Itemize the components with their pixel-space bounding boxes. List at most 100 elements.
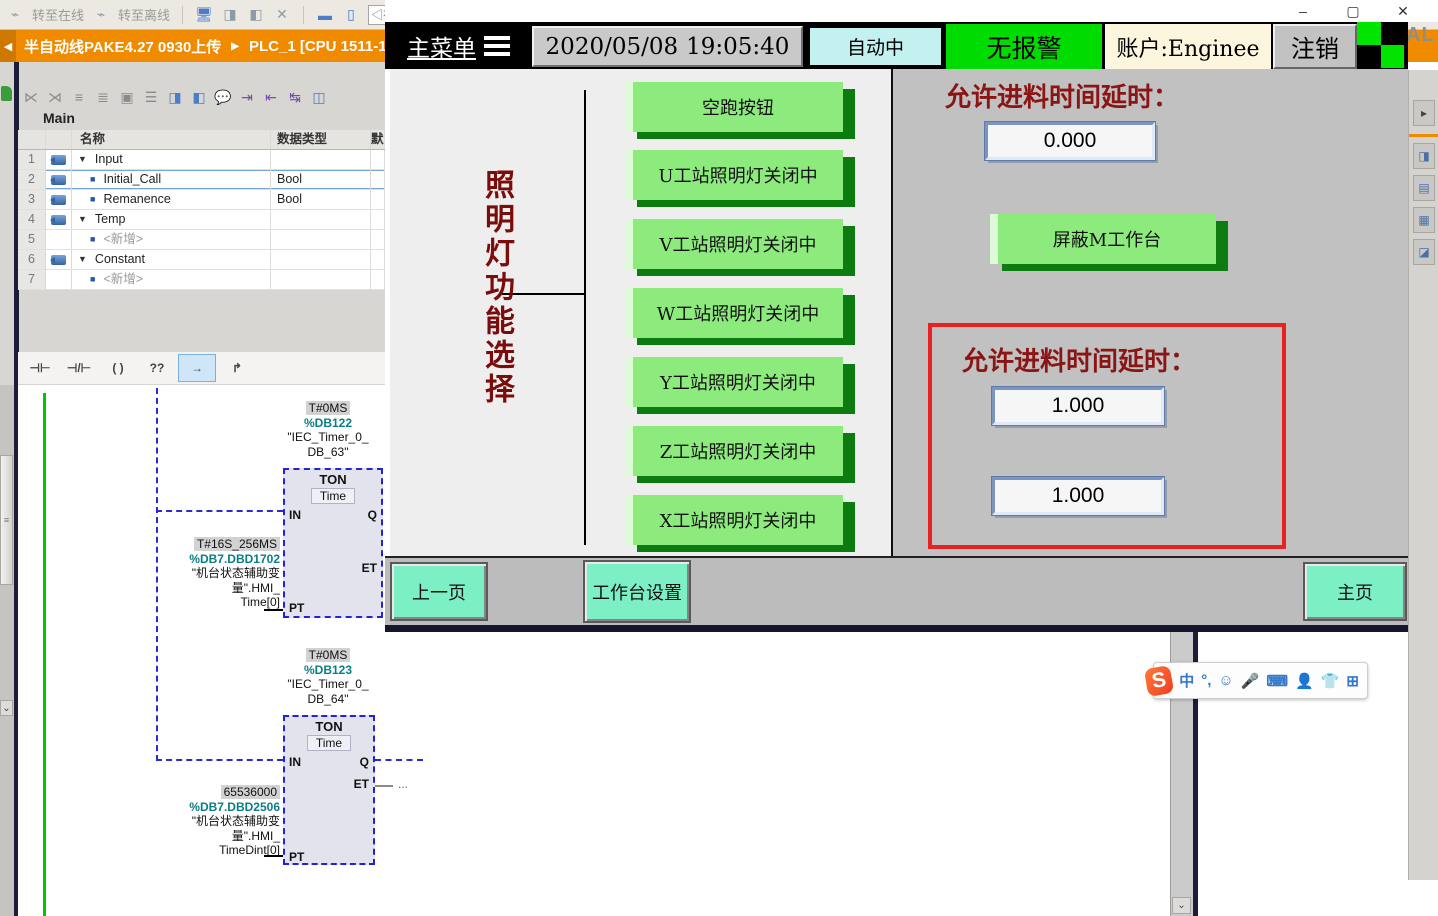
timer2-instance-name[interactable]: "IEC_Timer_0_ — [268, 677, 388, 692]
close-button[interactable]: ✕ — [1385, 0, 1421, 22]
empty-box-icon[interactable]: ?? — [139, 355, 175, 381]
open-branch-icon[interactable]: → — [178, 354, 216, 382]
mask-m-workbench-button[interactable]: 屏蔽M工作台 — [990, 214, 1230, 272]
station-y-light-button[interactable]: Y工站照明灯关闭中 — [625, 357, 857, 415]
go-offline-plug-icon[interactable]: ⌁ — [92, 6, 110, 23]
previous-page-button[interactable]: 上一页 — [390, 562, 488, 621]
scroll-down-button[interactable]: ⌄ — [1172, 897, 1191, 914]
insert-network-icon[interactable]: ⋉ — [22, 89, 40, 106]
station-u-light-button[interactable]: U工站照明灯关闭中 — [625, 150, 857, 208]
comments-icon[interactable]: 💬 — [214, 89, 232, 106]
go-online-plug-icon[interactable]: ⌁ — [6, 6, 24, 23]
feed-delay-input[interactable]: 0.000 — [985, 122, 1155, 160]
keyboard-icon[interactable]: ⌨ — [1266, 672, 1288, 690]
favorites-icon[interactable] — [1, 86, 12, 101]
feed-delay-input-1[interactable]: 1.000 — [992, 387, 1164, 425]
station-x-light-button[interactable]: X工站照明灯关闭中 — [625, 495, 857, 553]
download-icon[interactable]: ⇥ — [238, 89, 256, 106]
scroll-down-button[interactable]: ⌄ — [0, 700, 13, 716]
column-header-type[interactable]: 数据类型 — [271, 130, 371, 149]
account-skin-icon[interactable]: 👤 — [1295, 672, 1314, 690]
operand-symbol[interactable]: 量".HMI_ — [163, 829, 280, 844]
breadcrumb-project[interactable]: 半自动线PAKE4.27 0930上传 — [24, 36, 221, 57]
skin-shirt-icon[interactable]: 👕 — [1321, 672, 1340, 690]
symbolic-operands-icon[interactable]: ◧ — [190, 89, 208, 106]
sync-icon[interactable]: ↹ — [286, 89, 304, 106]
operand-value[interactable]: T#16S_256MS — [194, 537, 280, 551]
punctuation-icon[interactable]: °, — [1201, 672, 1211, 689]
timer2-preset[interactable]: T#0MS — [306, 648, 351, 662]
station-w-light-button[interactable]: W工站照明灯关闭中 — [625, 288, 857, 346]
open-branches-icon[interactable]: ≡ — [70, 89, 88, 105]
timer2-pt-operand[interactable]: 65536000 %DB7.DBD2506 "机台状态辅助变 量".HMI_ T… — [163, 785, 280, 858]
account-display[interactable]: 账户:Enginee — [1105, 24, 1271, 69]
snapshot-icon[interactable]: ▣ — [118, 89, 136, 106]
go-online-button[interactable]: 转至在线 — [32, 5, 84, 24]
timer1-instance-label[interactable]: T#0MS %DB122 "IEC_Timer_0_ DB_63" — [268, 401, 388, 459]
timer2-instance-name2[interactable]: DB_64" — [268, 692, 388, 707]
dry-run-button[interactable]: 空跑按钮 — [625, 82, 857, 140]
task-card-tab[interactable]: ▤ — [1413, 175, 1435, 201]
stop-cpu-icon[interactable]: ◧ — [247, 6, 265, 23]
column-header-default[interactable]: 默 — [371, 130, 385, 149]
disconnect-icon[interactable]: ✕ — [273, 6, 291, 23]
accessible-devices-icon[interactable]: 🖥 — [195, 6, 213, 23]
operand-symbol[interactable]: "机台状态辅助变 — [163, 814, 280, 829]
chinese-mode-icon[interactable]: 中 — [1179, 670, 1194, 691]
workbench-settings-button[interactable]: 工作台设置 — [583, 560, 691, 623]
operand-symbol[interactable]: "机台状态辅助变 — [168, 566, 280, 581]
expand-all-icon[interactable]: ☰ — [142, 89, 160, 106]
microphone-icon[interactable]: 🎤 — [1241, 672, 1260, 690]
et-more-label[interactable]: ... — [398, 777, 408, 791]
emoji-icon[interactable]: ☺ — [1218, 672, 1233, 689]
block-data-type[interactable]: Time — [311, 488, 355, 504]
window-layout-icon[interactable]: ◫ — [310, 89, 328, 106]
operand-symbol[interactable]: 量".HMI_ — [168, 581, 280, 596]
task-card-tab[interactable]: ▦ — [1413, 207, 1435, 233]
timer2-db-address[interactable]: %DB123 — [268, 663, 388, 678]
task-card-tab[interactable]: ◪ — [1413, 239, 1435, 265]
maximize-button[interactable]: ▢ — [1335, 0, 1371, 22]
timer1-preset[interactable]: T#0MS — [306, 401, 351, 415]
start-cpu-icon[interactable]: ◨ — [221, 6, 239, 23]
go-offline-button[interactable]: 转至离线 — [118, 5, 170, 24]
close-branches-icon[interactable]: ≣ — [94, 89, 112, 106]
operand-symbol[interactable]: Time[0] — [168, 595, 280, 610]
expand-arrow-icon[interactable]: ▼ — [78, 150, 87, 169]
block-data-type[interactable]: Time — [307, 735, 351, 751]
station-v-light-button[interactable]: V工站照明灯关闭中 — [625, 219, 857, 277]
collapse-panel-arrow-icon[interactable]: ▸ — [1413, 100, 1435, 126]
split-horizontal-icon[interactable]: ▬ — [316, 7, 334, 23]
operand-address[interactable]: %DB7.DBD2506 — [163, 800, 280, 815]
expand-arrow-icon[interactable]: ▼ — [78, 250, 87, 269]
operand-value[interactable]: 65536000 — [221, 785, 280, 799]
close-branch-icon[interactable]: ↱ — [219, 355, 255, 381]
upload-icon[interactable]: ⇤ — [262, 89, 280, 106]
main-menu-button[interactable]: 主菜单 — [390, 24, 527, 67]
timer1-pt-operand[interactable]: T#16S_256MS %DB7.DBD1702 "机台状态辅助变 量".HMI… — [168, 537, 280, 610]
timer2-instance-label[interactable]: T#0MS %DB123 "IEC_Timer_0_ DB_64" — [268, 648, 388, 706]
logout-button[interactable]: 注销 — [1273, 24, 1357, 69]
split-vertical-icon[interactable]: ▯ — [342, 6, 360, 23]
expand-arrow-icon[interactable]: ▼ — [78, 210, 87, 229]
timer1-db-address[interactable]: %DB122 — [268, 416, 388, 431]
column-header-name[interactable]: 名称 — [80, 130, 105, 149]
toolbox-icon[interactable]: ⊞ — [1346, 672, 1359, 690]
coil-icon[interactable]: ( ) — [100, 355, 136, 381]
splitter-grip[interactable]: ≡ — [0, 455, 13, 585]
timer1-ton-block[interactable]: TON Time IN Q ET PT — [283, 468, 383, 618]
timer2-ton-block[interactable]: TON Time IN Q ET PT — [283, 715, 375, 865]
sogou-logo-icon[interactable]: S — [1144, 664, 1175, 696]
operand-address[interactable]: %DB7.DBD1702 — [168, 552, 280, 567]
timer1-instance-name2[interactable]: DB_63" — [268, 445, 388, 460]
station-z-light-button[interactable]: Z工站照明灯关闭中 — [625, 426, 857, 484]
no-contact-icon[interactable]: ⊣⊢ — [22, 355, 58, 381]
operand-symbol[interactable]: TimeDint[0] — [163, 843, 280, 858]
absolute-operands-icon[interactable]: ◨ — [166, 89, 184, 106]
breadcrumb-back-icon[interactable]: ◀ — [0, 30, 16, 62]
nc-contact-icon[interactable]: ⊣/⊢ — [61, 355, 97, 381]
minimize-button[interactable]: – — [1285, 0, 1321, 22]
task-card-tab[interactable]: ◨ — [1413, 143, 1435, 169]
feed-delay-input-2[interactable]: 1.000 — [992, 477, 1164, 515]
delete-network-icon[interactable]: ⋊ — [46, 89, 64, 106]
